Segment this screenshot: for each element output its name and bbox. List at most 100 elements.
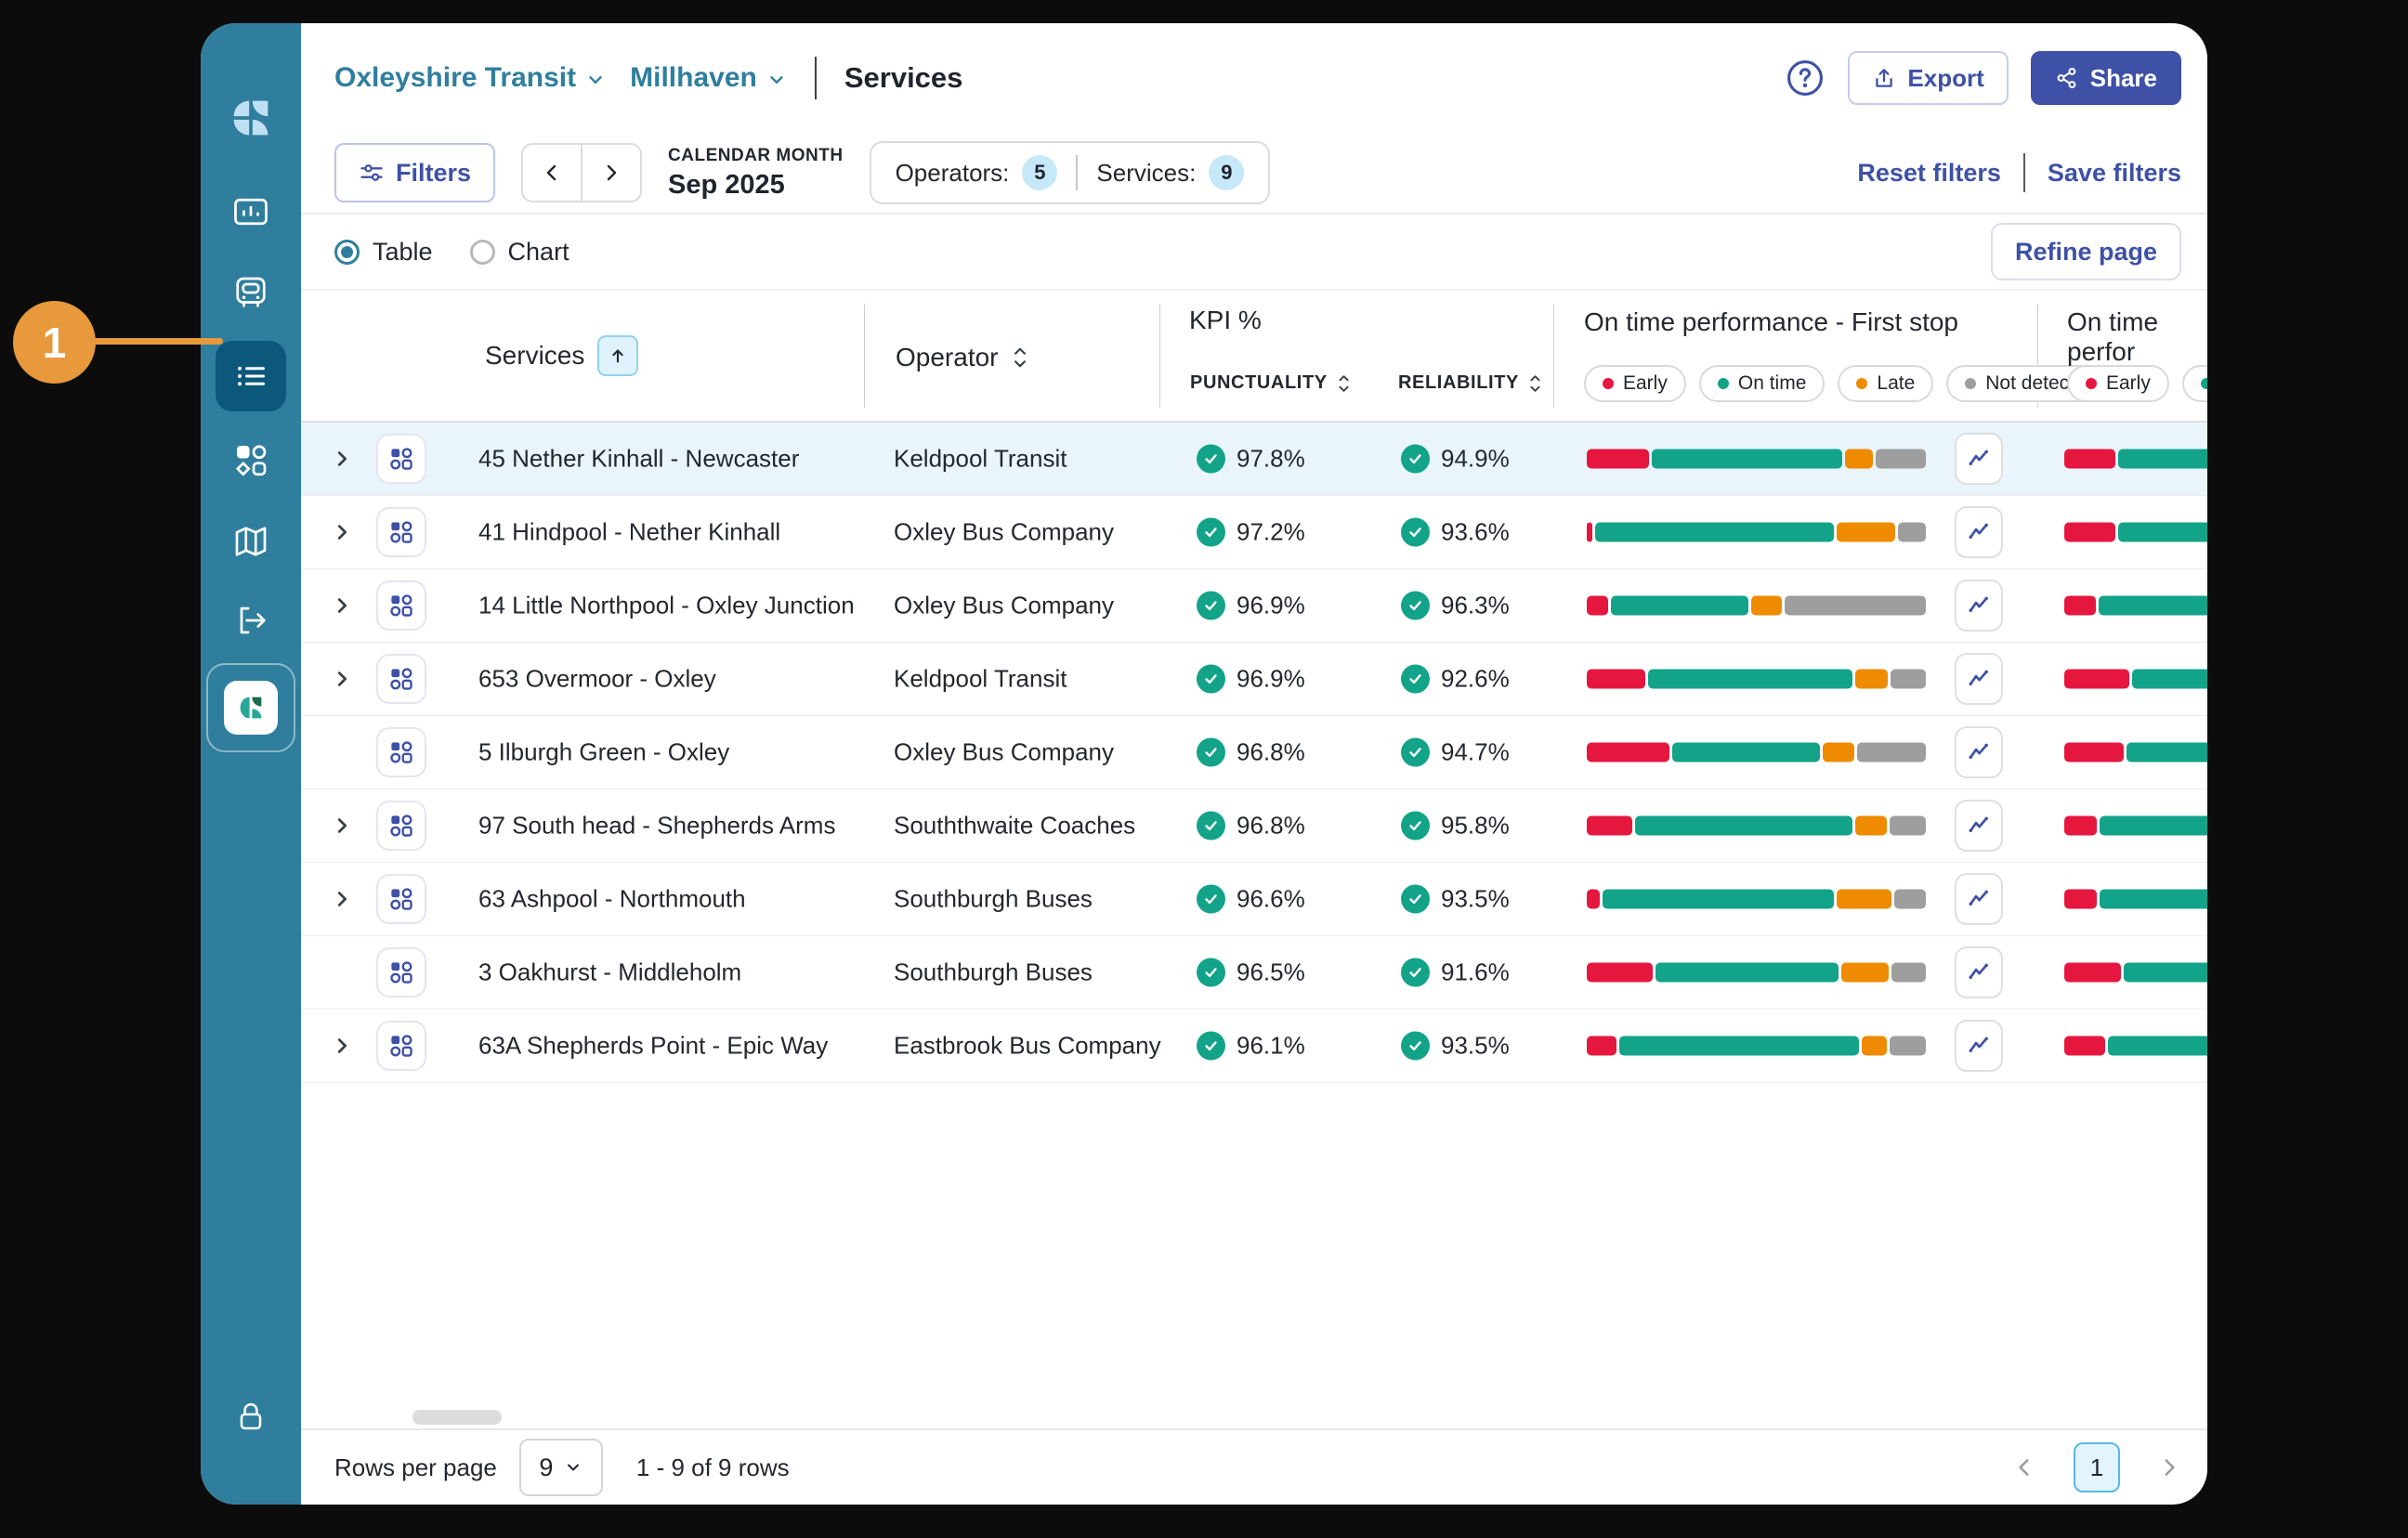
reliability-value: 96.3% [1401, 592, 1510, 620]
period-label: CALENDAR MONTH [668, 146, 844, 166]
otp-first-stacked-bar [1587, 743, 1929, 762]
column-header-services[interactable]: Services [485, 335, 638, 376]
check-icon [1407, 1038, 1423, 1054]
trend-sparkline-button[interactable] [1955, 653, 2003, 705]
row-stops-grid-button[interactable] [376, 654, 426, 704]
row-expand-button[interactable] [332, 595, 352, 616]
next-page-button[interactable] [2157, 1455, 2181, 1479]
bar-segment-ontime [2118, 523, 2207, 542]
row-expand-button[interactable] [332, 889, 352, 909]
row-stops-grid-button[interactable] [376, 874, 426, 924]
previous-page-button[interactable] [2012, 1455, 2036, 1479]
legend-pill-early[interactable]: Early [1584, 365, 1686, 402]
legend-pill-early[interactable]: Early [2067, 365, 2169, 402]
row-stops-grid-button[interactable] [376, 580, 426, 631]
bar-segment-early [2064, 523, 2115, 542]
row-stops-grid-button[interactable] [376, 727, 426, 777]
current-page-button[interactable]: 1 [2074, 1442, 2120, 1492]
service-name: 653 Overmoor - Oxley [478, 665, 716, 694]
row-stops-grid-button[interactable] [376, 434, 426, 484]
column-header-punctuality[interactable]: PUNCTUALITY [1190, 372, 1351, 394]
rows-per-page-select[interactable]: 9 [519, 1439, 603, 1496]
sidebar-item-services-list[interactable] [216, 341, 286, 411]
reliability-value-text: 94.7% [1441, 738, 1510, 767]
help-icon[interactable] [1785, 58, 1826, 98]
trend-sparkline-button[interactable] [1955, 946, 2003, 998]
bar-segment-notdetected [1890, 1036, 1926, 1056]
sidebar-item-lock[interactable] [216, 1381, 286, 1452]
column-header-reliability[interactable]: RELIABILITY [1398, 372, 1542, 394]
services-sort-button[interactable] [597, 335, 638, 376]
row-stops-grid-button[interactable] [376, 947, 426, 997]
reliability-value: 91.6% [1401, 958, 1510, 987]
legend-pill-late[interactable]: Late [1838, 365, 1933, 402]
sidebar-item-map[interactable] [216, 506, 286, 577]
check-circle-icon [1401, 1032, 1430, 1061]
bar-segment-notdetected [1890, 816, 1926, 836]
filter-summary-pill[interactable]: Operators: 5 Services: 9 [870, 141, 1271, 204]
org-selector[interactable]: Oxleyshire Transit [334, 62, 606, 94]
reset-filters-link[interactable]: Reset filters [1857, 159, 2001, 188]
reliability-value: 93.6% [1401, 518, 1510, 547]
sidebar-item-shapes[interactable] [216, 424, 286, 495]
row-expand-button[interactable] [332, 669, 352, 689]
bar-segment-ontime [2100, 890, 2207, 909]
sidebar-item-logout[interactable] [216, 585, 286, 656]
export-button[interactable]: Export [1848, 51, 2008, 105]
reliability-value-text: 91.6% [1441, 958, 1510, 987]
otp-first-column-label: On time performance - First stop [1584, 307, 1958, 337]
view-radio-table[interactable]: Table [334, 238, 433, 267]
legend-label: On time [1738, 372, 1807, 395]
row-expand-button[interactable] [332, 449, 352, 469]
next-month-button[interactable] [581, 145, 640, 201]
services-column-label: Services [485, 341, 584, 371]
bar-segment-early [2064, 1036, 2105, 1056]
trend-sparkline-button[interactable] [1955, 506, 2003, 558]
horizontal-scrollbar-thumb[interactable] [412, 1410, 502, 1425]
region-selector[interactable]: Millhaven [630, 62, 787, 94]
row-expand-button[interactable] [332, 815, 352, 836]
legend-dot-icon [1718, 378, 1729, 389]
services-count-badge: 9 [1209, 155, 1244, 190]
trend-sparkline-button[interactable] [1955, 1020, 2003, 1072]
punctuality-value-text: 97.8% [1237, 445, 1305, 474]
otp-second-stacked-bar [2064, 1036, 2207, 1056]
bar-segment-ontime [2099, 596, 2207, 616]
bar-segment-early [2064, 963, 2121, 983]
legend-label: Early [2106, 372, 2151, 395]
bar-segment-late [1855, 670, 1889, 689]
legend-pill-on-t[interactable]: On t [2182, 365, 2207, 402]
check-icon [1407, 525, 1423, 541]
trend-sparkline-button[interactable] [1955, 800, 2003, 852]
operator-name: Oxley Bus Company [894, 738, 1114, 767]
filters-button[interactable]: Filters [334, 143, 495, 202]
service-name: 3 Oakhurst - Middleholm [478, 958, 741, 987]
row-stops-grid-button[interactable] [376, 507, 426, 557]
pagination-footer: Rows per page 9 1 - 9 of 9 rows 1 [301, 1428, 2207, 1505]
column-header-otp-first: On time performance - First stop [1584, 307, 1958, 337]
view-toggle-bar: Table Chart Refine page [301, 215, 2207, 291]
sidebar-item-vehicles[interactable] [216, 257, 286, 328]
row-expand-button[interactable] [332, 1036, 352, 1056]
legend-pill-on-time[interactable]: On time [1699, 365, 1826, 402]
bar-segment-ontime [2100, 816, 2207, 836]
row-expand-button[interactable] [332, 522, 352, 542]
check-circle-icon [1197, 518, 1225, 547]
row-stops-grid-button[interactable] [376, 801, 426, 851]
previous-month-button[interactable] [523, 145, 581, 201]
save-filters-link[interactable]: Save filters [2048, 159, 2181, 188]
sidebar-item-partner-app[interactable] [206, 663, 295, 752]
trend-sparkline-button[interactable] [1955, 580, 2003, 632]
annotation-step-badge: 1 [13, 301, 96, 384]
chevron-left-icon [541, 162, 563, 184]
refine-page-button[interactable]: Refine page [1991, 223, 2181, 280]
trend-sparkline-button[interactable] [1955, 433, 2003, 485]
view-radio-chart[interactable]: Chart [470, 238, 569, 267]
bus-icon [231, 273, 270, 312]
row-stops-grid-button[interactable] [376, 1021, 426, 1071]
share-button[interactable]: Share [2031, 51, 2181, 105]
trend-sparkline-button[interactable] [1955, 726, 2003, 778]
column-header-operator[interactable]: Operator [896, 343, 1028, 372]
sidebar-item-analytics[interactable] [216, 176, 286, 247]
trend-sparkline-button[interactable] [1955, 873, 2003, 925]
